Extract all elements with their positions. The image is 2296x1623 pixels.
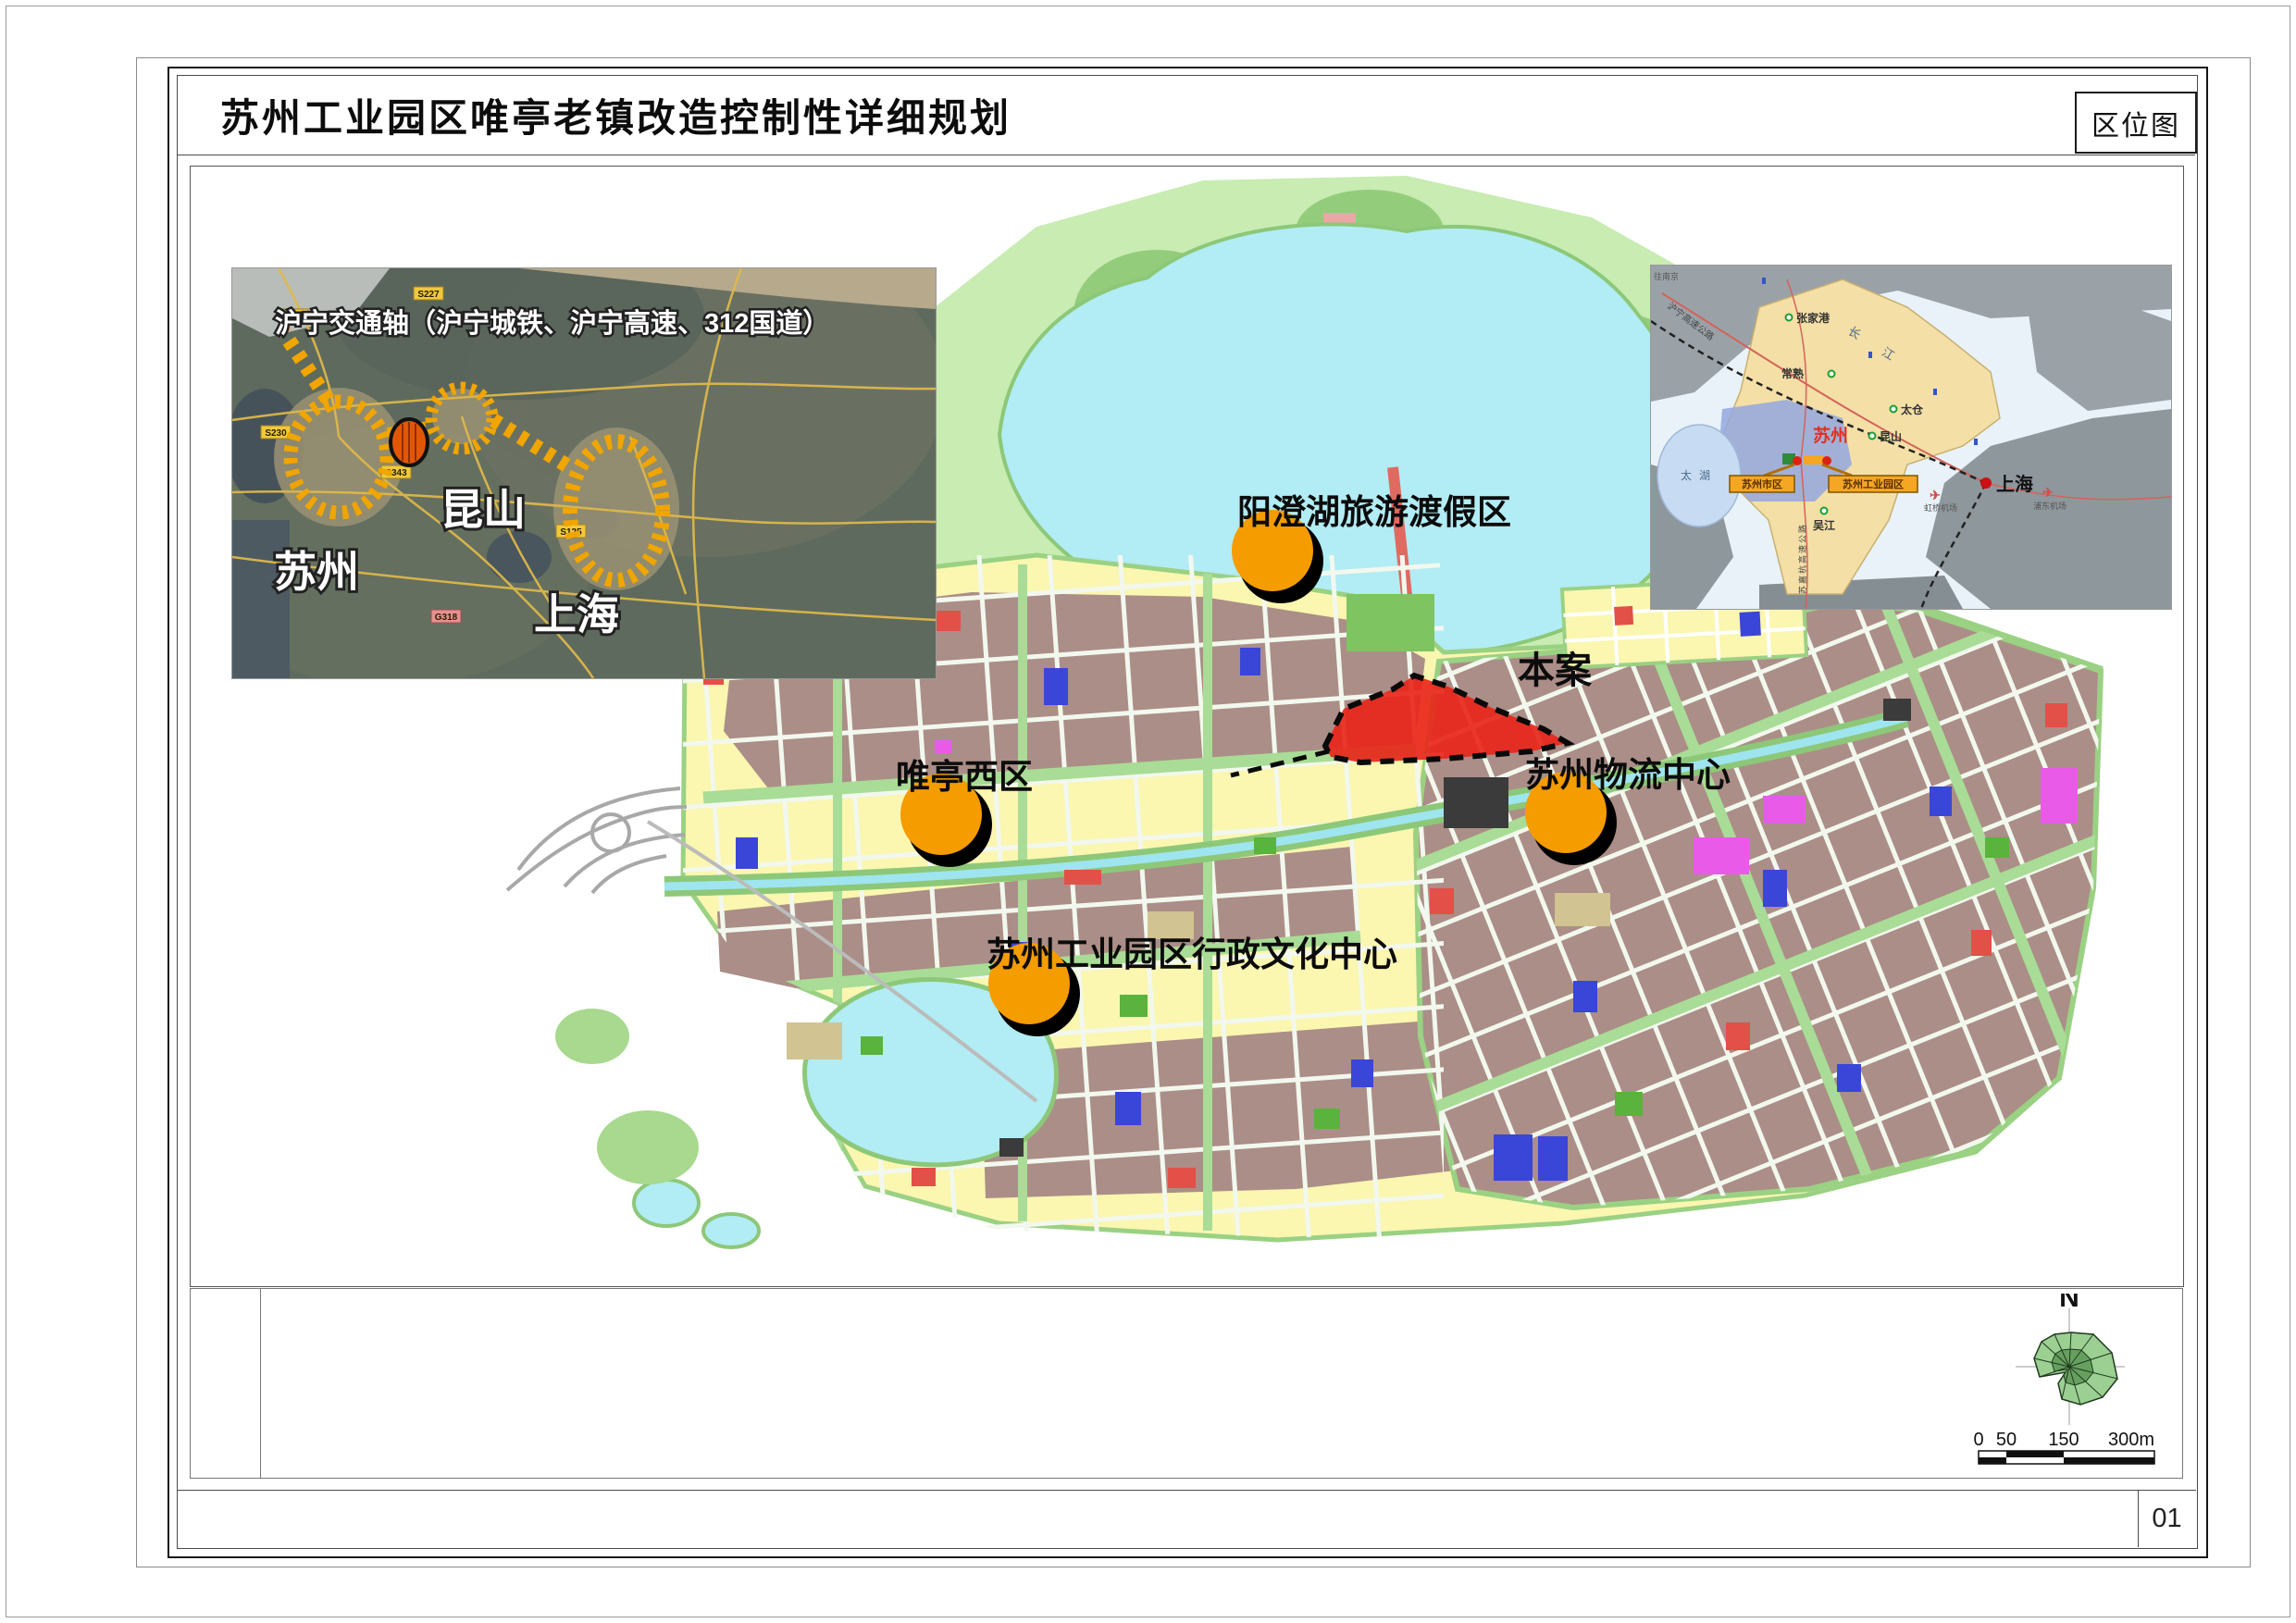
legend-box xyxy=(190,1288,2183,1479)
scale-tick: 300m xyxy=(2108,1430,2154,1450)
svg-text:✈: ✈ xyxy=(1930,488,1941,502)
reg-label-suzhou-urban: 苏州市区 xyxy=(1742,477,1782,490)
satellite-inset: S342 S227 S230 S343 S125 G318 xyxy=(231,267,937,679)
north-label: N xyxy=(2059,1294,2079,1313)
label-admin-center: 苏州工业园区行政文化中心 xyxy=(987,935,1397,973)
road-chip: S227 xyxy=(417,290,440,300)
reg-label-zhangjiagang: 张家港 xyxy=(1796,311,1831,325)
reg-label-hongqiao: 虹桥机场 xyxy=(1924,502,1957,513)
plan-sheet: 苏州工业园区唯亭老镇改造控制性详细规划 区位图 xyxy=(0,0,2296,1623)
sat-label-suzhou: 苏州 xyxy=(274,548,359,596)
reg-label-taihu: 太湖 xyxy=(1681,468,1718,482)
road-chip: G318 xyxy=(435,613,458,623)
map-content-area: 阳澄湖旅游渡假区 本案 唯亭西区 苏州物流中心 苏州工业园区行政文化中心 xyxy=(190,166,2184,1287)
compass-and-scale: N 0 50 150 300m xyxy=(1967,1294,2179,1471)
reg-label-wujiang: 吴江 xyxy=(1813,518,1835,532)
wind-rose xyxy=(2034,1332,2117,1405)
reg-label-changshu: 常熟 xyxy=(1781,366,1804,380)
reg-label-sip: 苏州工业园区 xyxy=(1843,477,1904,490)
scale-tick: 150 xyxy=(2048,1430,2079,1450)
page-number: 01 xyxy=(2152,1504,2181,1534)
label-yangchenghu: 阳澄湖旅游渡假区 xyxy=(1237,493,1511,531)
map-type-box: 区位图 xyxy=(2075,92,2197,154)
scale-tick: 50 xyxy=(1996,1430,2017,1450)
label-logistics: 苏州物流中心 xyxy=(1525,756,1731,794)
reg-label-pudong: 浦东机场 xyxy=(2033,501,2066,511)
regional-inset: 苏州市区 苏州工业园区 张家港 常熟 太仓 昆山 吴江 苏州 xyxy=(1650,265,2172,610)
bottom-strip-line xyxy=(178,1490,2196,1491)
scale-tick: 0 xyxy=(1973,1430,1983,1450)
label-site: 本案 xyxy=(1518,650,1593,691)
reg-label-suzhou: 苏州 xyxy=(1813,425,1848,446)
axis-label: 沪宁交通轴（沪宁城铁、沪宁高速、312国道） xyxy=(275,307,829,339)
page-number-cell: 01 xyxy=(2138,1490,2196,1547)
page-title: 苏州工业园区唯亭老镇改造控制性详细规划 xyxy=(220,87,1011,143)
scale-bar: 0 50 150 300m xyxy=(1973,1430,2154,1464)
sat-label-kunshan: 昆山 xyxy=(441,486,526,534)
reg-label-sujiahang: 苏嘉杭高速公路 xyxy=(1797,523,1807,594)
reg-label-to-nanjing: 往南京 xyxy=(1654,271,1679,281)
reg-label-taicang: 太仓 xyxy=(1901,403,1924,416)
map-type-label: 区位图 xyxy=(2091,103,2180,143)
title-row: 苏州工业园区唯亭老镇改造控制性详细规划 xyxy=(178,76,2195,155)
road-chip: S230 xyxy=(265,428,287,439)
label-weiting-west: 唯亭西区 xyxy=(896,758,1033,796)
reg-label-kunshan: 昆山 xyxy=(1880,429,1902,443)
sat-label-shanghai: 上海 xyxy=(534,590,619,638)
legend-divider xyxy=(260,1289,261,1478)
svg-text:✈: ✈ xyxy=(2042,485,2054,500)
reg-label-shanghai: 上海 xyxy=(1996,473,2033,495)
